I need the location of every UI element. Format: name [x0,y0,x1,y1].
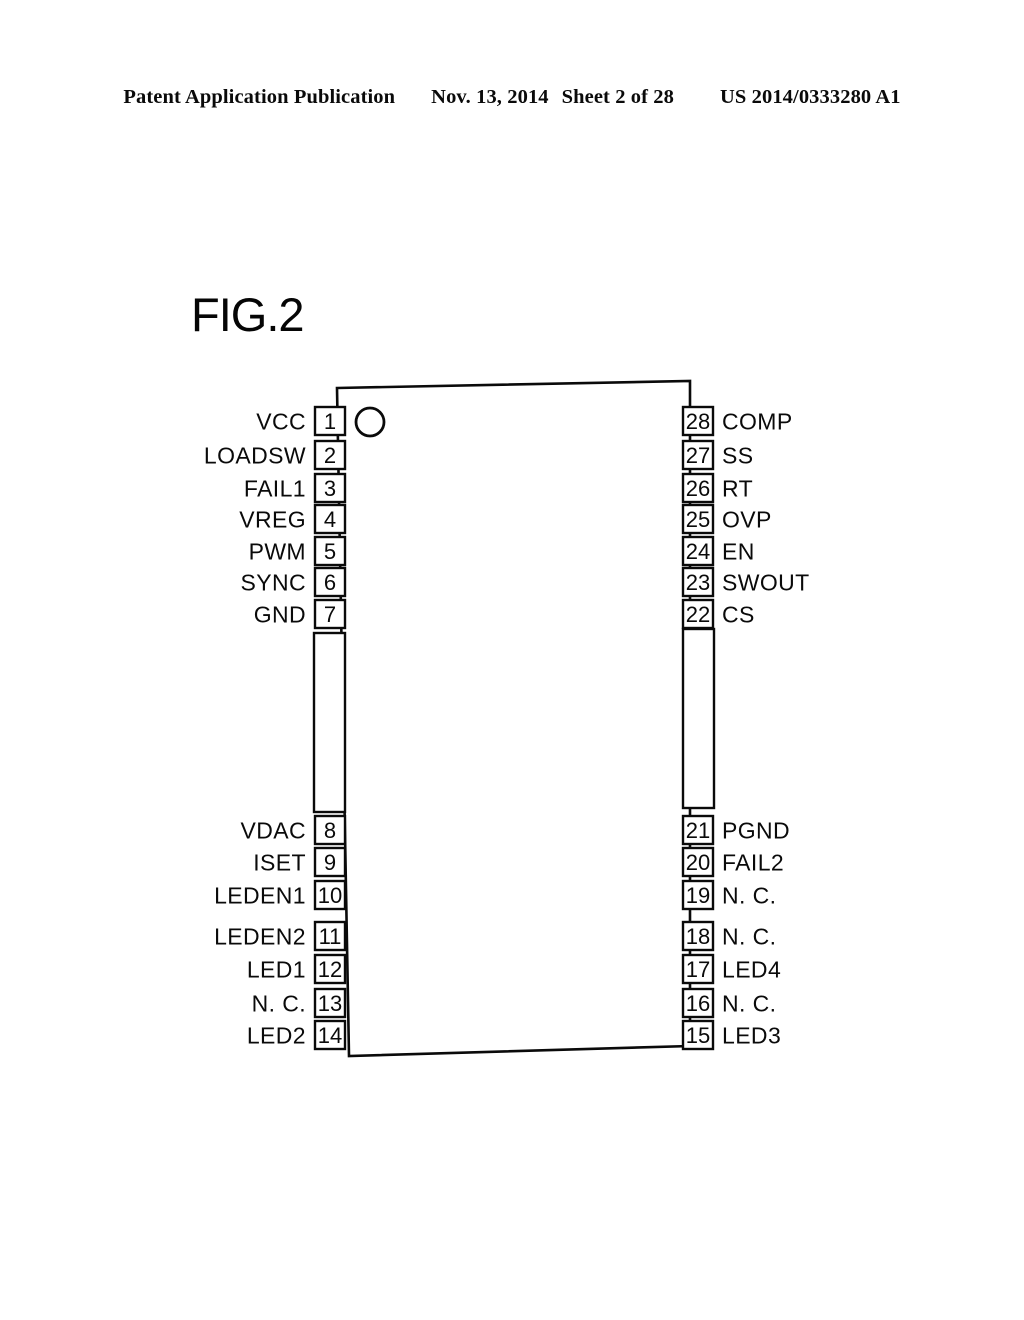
thermal-tab-right [681,627,716,810]
pin-number-28: 28 [685,409,711,434]
pin-label-fail2-20: FAIL2 [722,849,785,876]
pin-number-16: 16 [685,991,711,1016]
pin-number-17: 17 [685,957,711,982]
pin-label-comp-28: COMP [722,408,793,435]
pin-number-27: 27 [685,443,711,468]
pin-number-19: 19 [685,883,711,908]
pin-number-1: 1 [323,409,337,434]
pin-label-led2-14: LED2 [246,1022,306,1049]
pin-label-nc-16: N. C. [722,990,777,1017]
pin-number-11: 11 [318,924,342,949]
pin-label-leden2-11: LEDEN2 [214,923,306,950]
pin-number-21: 21 [685,818,711,843]
pin-number-3: 3 [323,476,337,501]
pin-label-fail1-3: FAIL1 [243,475,306,502]
pin-label-iset-9: ISET [253,849,306,876]
pin-label-led4-17: LED4 [722,956,782,983]
pin-number-24: 24 [685,539,711,564]
pin-number-7: 7 [323,602,337,627]
pin-label-swout-23: SWOUT [722,569,810,596]
pin-label-vcc-1: VCC [256,408,306,435]
pin-label-leden1-10: LEDEN1 [214,882,306,909]
pin-number-26: 26 [685,476,711,501]
pin-label-led3-15: LED3 [722,1022,782,1049]
chip-body-outline [335,379,692,1058]
pin-number-6: 6 [323,570,337,595]
pin-number-2: 2 [323,443,337,468]
pin-number-18: 18 [685,924,711,949]
pin-label-gnd-7: GND [253,601,306,628]
pin-label-sync-6: SYNC [240,569,306,596]
ic-pinout-drawing [312,379,716,1058]
pin-label-en-24: EN [722,538,755,565]
pin-label-vreg-4: VREG [239,506,306,533]
pin-label-ovp-25: OVP [722,506,772,533]
pin-label-nc-19: N. C. [722,882,777,909]
pin-number-23: 23 [685,570,711,595]
pin-label-rt-26: RT [722,475,754,502]
pin-number-14: 14 [317,1023,343,1048]
pin-label-vdac-8: VDAC [240,817,306,844]
pin-number-5: 5 [323,539,337,564]
pin-number-12: 12 [317,957,343,982]
pin-label-pwm-5: PWM [248,538,306,565]
pin-number-9: 9 [323,850,337,875]
thermal-tab-left [312,631,347,814]
pin-number-20: 20 [685,850,711,875]
pin-number-22: 22 [685,602,711,627]
pin-label-led1-12: LED1 [246,956,306,983]
pin1-orientation-circle-icon [354,406,386,438]
pin-number-4: 4 [323,507,337,532]
pin-label-nc-13: N. C. [251,990,306,1017]
pin-number-10: 10 [317,883,343,908]
pin-number-13: 13 [317,991,343,1016]
pin-number-8: 8 [323,818,337,843]
pin-label-pgnd-21: PGND [722,817,791,844]
pin-number-15: 15 [685,1023,711,1048]
pin-label-nc-18: N. C. [722,923,777,950]
pin-label-cs-22: CS [722,601,755,628]
pin-label-loadsw-2: LOADSW [203,442,306,469]
pin-label-ss-27: SS [722,442,754,469]
pin-number-25: 25 [685,507,711,532]
